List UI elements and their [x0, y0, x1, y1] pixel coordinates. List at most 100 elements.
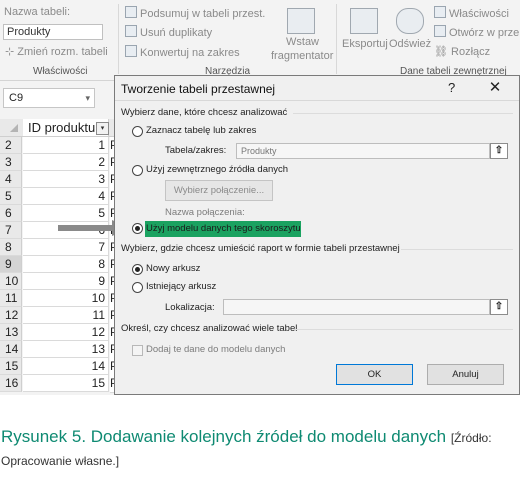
unlink-button[interactable]: ⛓ Rozłącz	[434, 45, 490, 58]
section-line	[401, 249, 513, 250]
filter-dropdown-icon[interactable]: ▾	[96, 122, 109, 135]
convert-to-range-label: Konwertuj na zakres	[140, 47, 240, 59]
convert-to-range-button[interactable]: Konwertuj na zakres	[125, 45, 240, 59]
id-cell[interactable]: 3	[23, 171, 109, 188]
radio-existing-sheet[interactable]	[132, 282, 143, 293]
location-field[interactable]	[223, 299, 490, 315]
id-cell[interactable]: 11	[23, 307, 109, 324]
table-range-label: Tabela/zakres:	[165, 145, 227, 156]
id-cell[interactable]: 13	[23, 341, 109, 358]
cancel-button[interactable]: Anuluj	[427, 364, 504, 385]
row-number[interactable]: 11	[0, 290, 22, 307]
radio-table-range[interactable]	[132, 126, 143, 137]
row-number[interactable]: 9	[0, 256, 22, 273]
insert-slicer-label-1[interactable]: Wstaw	[286, 36, 319, 48]
create-pivot-dialog: Tworzenie tabeli przestawnej ? ✕ Wybierz…	[114, 75, 520, 395]
table-name-input[interactable]: Produkty	[3, 24, 103, 40]
remove-duplicates-button[interactable]: Usuń duplikaty	[125, 25, 212, 39]
resize-icon: ⊹	[5, 46, 18, 58]
section-multiple-tables: Określ, czy chcesz analizować wiele tabe…	[121, 323, 298, 334]
remove-duplicates-icon	[125, 25, 137, 37]
unlink-icon: ⛓	[434, 46, 452, 58]
id-cell[interactable]: 4	[23, 188, 109, 205]
row-number[interactable]: 12	[0, 307, 22, 324]
refresh-button[interactable]: Odśwież	[389, 38, 431, 50]
open-in-browser-label: Otwórz w prze	[449, 27, 520, 39]
add-to-model-label[interactable]: Dodaj te dane do modelu danych	[146, 344, 285, 355]
resize-table-label: Zmień rozm. tabeli	[17, 46, 108, 58]
row-number[interactable]: 7	[0, 222, 22, 239]
dialog-title: Tworzenie tabeli przestawnej	[121, 82, 276, 96]
name-box[interactable]: C9 ▾	[3, 88, 95, 108]
add-to-model-checkbox[interactable]	[132, 345, 143, 356]
id-cell[interactable]: 1	[23, 137, 109, 154]
group-properties-label: Właściwości	[33, 66, 88, 77]
remove-duplicates-label: Usuń duplikaty	[140, 27, 213, 39]
id-cell[interactable]: 8	[23, 256, 109, 273]
choose-connection-button[interactable]: Wybierz połączenie...	[165, 180, 273, 201]
row-number[interactable]: 6	[0, 205, 22, 222]
convert-range-icon	[125, 45, 137, 57]
connection-name-label: Nazwa połączenia:	[165, 207, 245, 218]
corner-triangle-icon	[10, 124, 18, 132]
export-button[interactable]: Eksportuj	[342, 38, 388, 50]
summarize-pivot-label: Podsumuj w tabeli przest.	[140, 8, 266, 20]
resize-table-button[interactable]: ⊹ Zmień rozm. tabeli	[5, 45, 108, 58]
figure-caption: Rysunek 5. Dodawanie kolejnych źródeł do…	[1, 426, 501, 472]
location-picker-icon[interactable]: ⇧	[490, 299, 508, 315]
radio-data-model[interactable]	[132, 223, 143, 234]
column-header-label: ID produktu	[28, 120, 96, 135]
id-cell[interactable]: 2	[23, 154, 109, 171]
ribbon: Nazwa tabeli: Produkty ⊹ Zmień rozm. tab…	[0, 0, 520, 81]
ribbon-divider	[118, 4, 119, 74]
summarize-pivot-button[interactable]: Podsumuj w tabeli przest.	[125, 6, 265, 20]
range-picker-icon[interactable]: ⇧	[490, 143, 508, 159]
radio-new-sheet-label[interactable]: Nowy arkusz	[146, 263, 200, 274]
id-cell[interactable]: 10	[23, 290, 109, 307]
properties-button[interactable]: Właściwości	[434, 6, 509, 20]
refresh-icon	[396, 8, 424, 34]
row-number[interactable]: 5	[0, 188, 22, 205]
row-number[interactable]: 15	[0, 358, 22, 375]
table-range-field[interactable]: Produkty	[236, 143, 490, 159]
row-number[interactable]: 10	[0, 273, 22, 290]
id-cell[interactable]: 14	[23, 358, 109, 375]
section-place-report: Wybierz, gdzie chcesz umieścić raport w …	[121, 243, 400, 254]
row-number[interactable]: 13	[0, 324, 22, 341]
row-number[interactable]: 16	[0, 375, 22, 392]
unlink-label: Rozłącz	[451, 46, 491, 58]
row-number[interactable]: 2	[0, 137, 22, 154]
row-number[interactable]: 3	[0, 154, 22, 171]
row-number[interactable]: 14	[0, 341, 22, 358]
pivot-table-icon	[125, 6, 137, 18]
radio-existing-sheet-label[interactable]: Istniejący arkusz	[146, 281, 216, 292]
caption-title: Rysunek 5. Dodawanie kolejnych źródeł do…	[1, 427, 447, 446]
properties-label: Właściwości	[449, 8, 509, 20]
open-in-browser-button[interactable]: Otwórz w prze	[434, 25, 519, 39]
radio-data-model-label[interactable]: Użyj modelu danych tego skoroszytu	[146, 223, 301, 234]
help-button[interactable]: ?	[448, 80, 455, 95]
section-choose-data: Wybierz dane, które chcesz analizować	[121, 107, 288, 118]
ok-button[interactable]: OK	[336, 364, 413, 385]
close-icon[interactable]: ✕	[485, 78, 505, 96]
row-number[interactable]: 4	[0, 171, 22, 188]
section-line	[295, 329, 513, 330]
name-box-value: C9	[9, 92, 24, 104]
id-cell[interactable]: 15	[23, 375, 109, 392]
title-divider	[115, 100, 519, 101]
radio-new-sheet[interactable]	[132, 264, 143, 275]
screenshot: Nazwa tabeli: Produkty ⊹ Zmień rozm. tab…	[0, 0, 520, 395]
id-cell[interactable]: 7	[23, 239, 109, 256]
select-all-corner[interactable]	[0, 119, 22, 136]
properties-icon	[434, 6, 446, 18]
radio-external-source[interactable]	[132, 165, 143, 176]
radio-external-source-label[interactable]: Użyj zewnętrznego źródła danych	[146, 164, 288, 175]
radio-table-range-label[interactable]: Zaznacz tabelę lub zakres	[146, 125, 256, 136]
id-cell[interactable]: 9	[23, 273, 109, 290]
export-icon	[350, 8, 378, 34]
id-cell[interactable]: 12	[23, 324, 109, 341]
insert-slicer-label-2[interactable]: fragmentator	[271, 50, 333, 62]
slicer-icon	[287, 8, 315, 34]
chevron-down-icon[interactable]: ▾	[85, 89, 90, 107]
row-number[interactable]: 8	[0, 239, 22, 256]
